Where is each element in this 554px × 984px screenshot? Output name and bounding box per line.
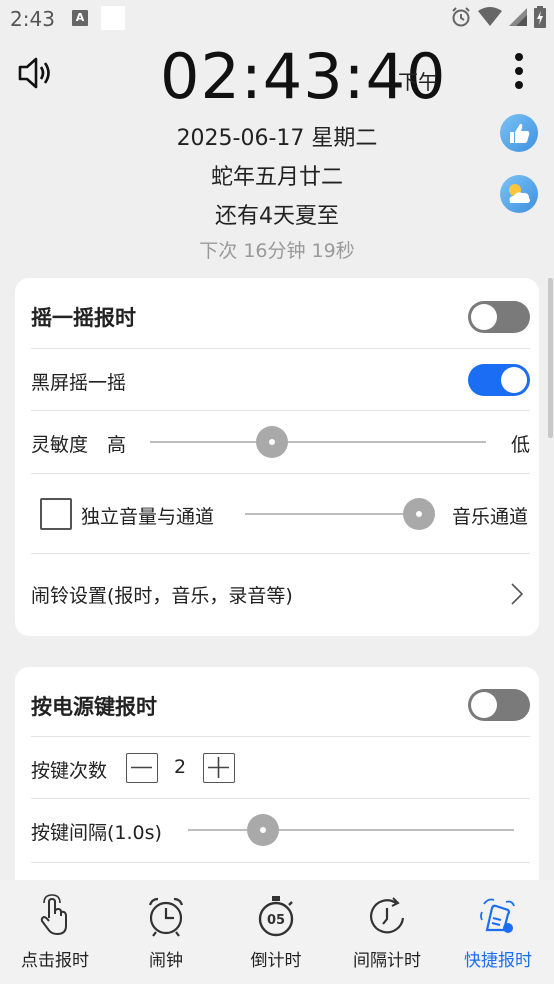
independent-volume-checkbox[interactable] — [40, 498, 72, 530]
press-count-label: 按键次数 — [31, 760, 108, 782]
black-screen-row: 黑屏摇一摇 — [31, 349, 530, 411]
nav-tap-chime[interactable]: 点击报时 — [0, 880, 110, 984]
tap-hand-icon — [40, 894, 67, 936]
status-bar: 2:43 A — [0, 0, 554, 38]
sensitivity-row: 灵敏度 高 低 — [31, 411, 530, 474]
nav-label: 间隔计时 — [353, 951, 421, 971]
independent-volume-row: 独立音量与通道 音乐通道 — [31, 474, 530, 554]
status-time: 2:43 — [10, 7, 55, 31]
overflow-menu-icon[interactable] — [504, 52, 534, 92]
press-interval-slider-thumb[interactable] — [247, 814, 279, 846]
power-title: 按电源键报时 — [31, 695, 157, 719]
weather-icon[interactable] — [500, 175, 538, 213]
volume-slider[interactable] — [245, 498, 435, 530]
nav-label: 闹钟 — [149, 951, 183, 971]
sensitivity-label: 灵敏度 — [31, 434, 89, 456]
next-chime-label: 下次 16分钟 19秒 — [199, 240, 355, 262]
notification-blank-icon — [101, 6, 125, 30]
volume-slider-thumb[interactable] — [403, 498, 435, 530]
black-screen-toggle[interactable] — [468, 364, 530, 396]
nav-interval-timer[interactable]: 间隔计时 — [332, 880, 442, 984]
shake-title-row: 摇一摇报时 — [31, 278, 530, 349]
interval-timer-icon — [370, 897, 405, 934]
am-pm-label: 下午 — [398, 70, 438, 94]
shake-toggle[interactable] — [468, 301, 530, 333]
speaker-icon[interactable] — [16, 54, 54, 92]
notification-a-icon: A — [72, 10, 88, 26]
alarm-clock-icon — [148, 897, 184, 937]
sensitivity-high-label: 高 — [107, 434, 127, 456]
power-title-row: 按电源键报时 — [31, 667, 530, 737]
nav-quick-chime[interactable]: 快捷报时 — [443, 880, 553, 984]
battery-icon — [534, 6, 546, 32]
power-key-card: 按电源键报时 按键次数 2 按键间隔(1.0s) — [15, 667, 539, 887]
nav-alarm[interactable]: 闹钟 — [111, 880, 221, 984]
increment-button[interactable] — [203, 753, 235, 783]
black-screen-label: 黑屏摇一摇 — [31, 372, 127, 394]
plus-icon — [208, 757, 229, 778]
nav-label: 点击报时 — [21, 951, 89, 971]
solar-term-label: 还有4天夏至 — [215, 204, 339, 229]
press-interval-slider[interactable] — [188, 814, 514, 846]
quick-chime-icon — [480, 898, 515, 933]
minus-icon — [131, 766, 152, 769]
chevron-right-icon — [511, 583, 524, 605]
sensitivity-low-label: 低 — [511, 434, 531, 456]
shake-chime-card: 摇一摇报时 黑屏摇一摇 灵敏度 高 低 独立音量与通道 音乐通道 闹铃设置(报时… — [15, 278, 539, 636]
press-count-row: 按键次数 2 — [31, 737, 530, 799]
nav-label: 快捷报时 — [464, 951, 532, 971]
alarm-icon — [450, 6, 472, 32]
independent-volume-label: 独立音量与通道 — [81, 506, 215, 528]
thumbs-up-icon[interactable] — [500, 114, 538, 152]
nav-label: 倒计时 — [250, 951, 302, 971]
press-count-value: 2 — [174, 756, 187, 778]
date-label: 2025-06-17 星期二 — [176, 126, 378, 151]
scrollbar[interactable] — [548, 278, 553, 438]
svg-text:05: 05 — [267, 913, 285, 928]
signal-icon — [508, 7, 528, 31]
press-interval-label: 按键间隔(1.0s) — [31, 822, 162, 844]
stopwatch-icon: 05 — [258, 896, 294, 937]
nav-countdown[interactable]: 05 倒计时 — [221, 880, 331, 984]
shake-title: 摇一摇报时 — [31, 306, 136, 330]
alarm-settings-link[interactable]: 闹铃设置(报时，音乐，录音等) — [31, 581, 293, 608]
bottom-nav: 点击报时 闹钟 05 倒计时 间隔计时 快捷报时 — [0, 880, 554, 984]
decrement-button[interactable] — [126, 753, 158, 783]
sensitivity-slider-thumb[interactable] — [256, 426, 288, 458]
press-interval-row: 按键间隔(1.0s) — [31, 799, 530, 863]
sensitivity-slider[interactable] — [150, 426, 486, 458]
wifi-icon — [478, 7, 502, 31]
alarm-settings-row[interactable]: 闹铃设置(报时，音乐，录音等) — [31, 554, 530, 636]
lunar-date-label: 蛇年五月廿二 — [210, 165, 343, 190]
power-toggle[interactable] — [468, 689, 530, 721]
channel-selector[interactable]: 音乐通道 — [452, 502, 528, 529]
